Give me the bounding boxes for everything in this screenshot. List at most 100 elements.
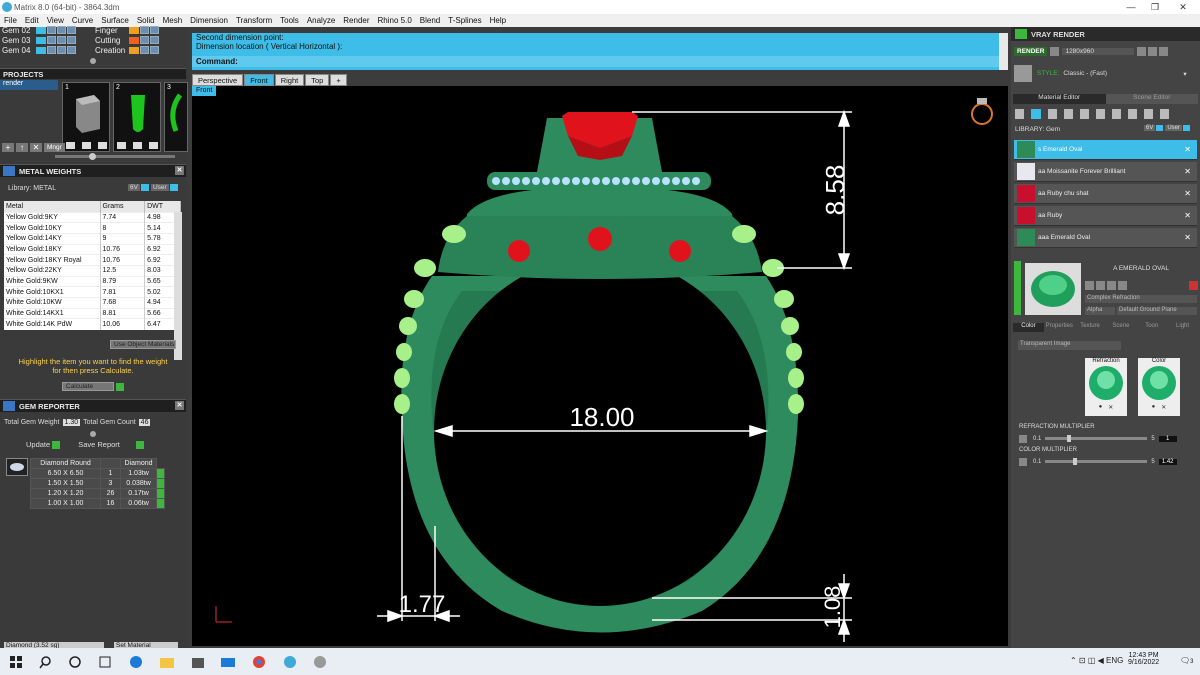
remove-icon[interactable]: ✕ [1161, 404, 1166, 411]
table-row[interactable]: White Gold:10KW 7.68 4.94 [4, 297, 181, 309]
store-icon[interactable] [190, 654, 206, 670]
panel-scroll-dot[interactable] [90, 431, 96, 437]
menu-tsplines[interactable]: T-Splines [444, 16, 485, 25]
menu-tools[interactable]: Tools [276, 16, 303, 25]
library-info-icon[interactable] [1156, 125, 1164, 131]
gear-icon[interactable] [1019, 434, 1027, 443]
table-row[interactable]: Yellow Gold:9KY 7.74 4.98 [4, 211, 181, 223]
alpha-field[interactable]: Alpha [1085, 307, 1115, 315]
layer-row[interactable]: Gem 02 [2, 25, 76, 35]
layer-btn[interactable] [67, 36, 76, 44]
remove-icon[interactable]: ✕ [1184, 145, 1191, 154]
front-viewport[interactable]: Front 8.58 18.00 1.77 1.08 [192, 86, 1008, 646]
go-icon[interactable] [52, 440, 61, 449]
dimension-height[interactable]: 8.58 [820, 165, 850, 216]
remove-icon[interactable]: ✕ [1184, 167, 1191, 176]
refraction-multiplier-value[interactable]: 1 [1158, 435, 1177, 442]
menu-file[interactable]: File [0, 16, 21, 25]
layer-color[interactable] [129, 46, 139, 54]
menu-rhino[interactable]: Rhino 5.0 [374, 16, 416, 25]
layer-row[interactable]: Creation [95, 45, 159, 55]
style-value[interactable]: Classic - (Fast) [1063, 70, 1183, 78]
go-icon[interactable] [156, 488, 165, 499]
command-scrollbar[interactable] [999, 33, 1008, 70]
system-tray-icons[interactable]: ⌃ ⊡ ◫ ◀ ENG [1070, 656, 1123, 665]
option-icon[interactable] [1107, 281, 1116, 290]
table-row[interactable]: 6.50 X 6.50 1 1.03tw [30, 468, 165, 479]
tab-right[interactable]: Right [274, 74, 305, 86]
layer-btn[interactable] [67, 26, 76, 34]
layer-lock[interactable] [150, 36, 159, 44]
table-row[interactable]: Yellow Gold:18KY 10.76 6.92 [4, 243, 181, 255]
layer-color[interactable] [129, 26, 139, 34]
search-icon[interactable] [38, 654, 54, 670]
column-header[interactable] [100, 458, 121, 469]
remove-icon[interactable]: ✕ [1184, 211, 1191, 220]
material-item[interactable]: aaa Emerald Oval ✕ [1014, 228, 1197, 248]
save-report-button[interactable]: Save Report [78, 440, 120, 449]
layer-toggle[interactable] [140, 26, 149, 34]
go-icon[interactable] [156, 498, 165, 509]
windows-start-icon[interactable] [8, 654, 24, 670]
gem-tool-icon[interactable] [1031, 109, 1041, 119]
go-icon[interactable] [156, 468, 165, 479]
library-6v-button[interactable]: 6V [1144, 125, 1156, 131]
color-multiplier-slider[interactable] [1045, 458, 1148, 465]
menu-render[interactable]: Render [339, 16, 373, 25]
side-ruby-left[interactable] [508, 240, 530, 262]
side-ruby-center[interactable] [588, 227, 612, 251]
slider-knob[interactable] [1073, 458, 1078, 465]
gear-icon[interactable] [1019, 457, 1027, 466]
cortana-icon[interactable] [67, 654, 83, 670]
layer-lock[interactable] [150, 26, 159, 34]
ring-view-icon[interactable] [971, 98, 993, 125]
side-ruby-right[interactable] [669, 240, 691, 262]
layer-lock[interactable] [57, 46, 66, 54]
tab-top[interactable]: Top [305, 74, 330, 86]
option-icon[interactable] [1085, 281, 1094, 290]
layer-color[interactable] [36, 26, 46, 34]
remove-icon[interactable]: ✕ [1108, 404, 1113, 411]
layer-row[interactable]: Cutting [95, 35, 159, 45]
library-info-icon[interactable] [169, 184, 178, 191]
go-icon[interactable] [116, 382, 124, 391]
layer-toggle[interactable] [47, 46, 56, 54]
command-prompt[interactable]: Command: [192, 56, 1008, 67]
close-icon[interactable]: ✕ [175, 401, 184, 410]
layer-lock[interactable] [57, 36, 66, 44]
layer-row[interactable]: Gem 03 [2, 35, 76, 45]
table-row[interactable]: Yellow Gold:18KY Royal 10.76 6.92 [4, 254, 181, 266]
slider-knob[interactable] [1067, 435, 1072, 442]
remove-icon[interactable]: ✕ [30, 142, 42, 152]
layer-btn[interactable] [67, 46, 76, 54]
slider-knob[interactable] [89, 153, 96, 160]
projects-slider[interactable] [55, 153, 175, 160]
layer-row[interactable]: Finger [95, 25, 159, 35]
menu-surface[interactable]: Surface [97, 16, 133, 25]
column-header[interactable]: Diamond Round [30, 458, 101, 469]
column-header[interactable]: DWT [144, 201, 181, 212]
menu-view[interactable]: View [43, 16, 68, 25]
option-icon[interactable] [1118, 281, 1127, 290]
material-icon[interactable] [1064, 109, 1073, 119]
library-6v-button[interactable]: 6V [128, 184, 140, 191]
calculate-button[interactable]: Calculate [62, 382, 114, 391]
reset-icon[interactable] [1189, 281, 1198, 290]
drop-icon[interactable] [1015, 109, 1024, 119]
info-icon[interactable]: ● [1152, 404, 1156, 411]
table-row[interactable]: White Gold:14KX1 8.81 5.66 [4, 307, 181, 319]
edge-icon[interactable] [128, 654, 144, 670]
layer-toggle[interactable] [47, 26, 56, 34]
chevron-down-icon[interactable]: ▾ [1183, 70, 1186, 78]
toolbar-icon[interactable] [1137, 47, 1147, 56]
column-header[interactable]: Grams [100, 201, 146, 212]
chrome-icon[interactable] [251, 654, 267, 670]
layer-lock[interactable] [57, 26, 66, 34]
info-icon[interactable]: ● [1099, 404, 1103, 411]
dimension-shank[interactable]: 1.77 [399, 591, 446, 618]
tab-light[interactable]: Light [1167, 323, 1198, 332]
menu-edit[interactable]: Edit [21, 16, 43, 25]
collapse-handle[interactable] [1014, 261, 1021, 315]
toolbar-icon[interactable] [1159, 47, 1169, 56]
color-multiplier-value[interactable]: 1.42 [1158, 458, 1177, 465]
